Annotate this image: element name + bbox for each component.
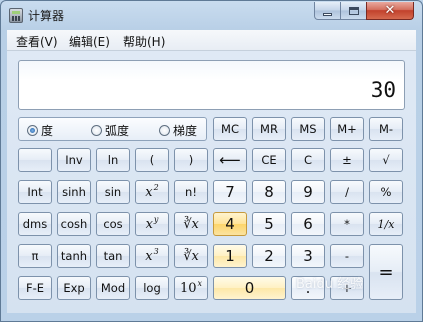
- display-value: 30: [370, 78, 396, 102]
- digit-1-button[interactable]: 1: [213, 244, 247, 268]
- tanh-button[interactable]: tanh: [57, 244, 91, 268]
- m-plus-button[interactable]: M+: [330, 117, 364, 141]
- m-minus-button[interactable]: M-: [369, 117, 403, 141]
- ln-button[interactable]: ln: [96, 148, 130, 172]
- mc-button[interactable]: MC: [213, 117, 247, 141]
- menu-bar: 查看(V) 编辑(E) 帮助(H): [7, 30, 416, 51]
- fe-button[interactable]: F-E: [18, 276, 52, 300]
- ten-power-x-exponent: x: [197, 278, 203, 288]
- x-cubed-base: x: [145, 248, 153, 264]
- subtract-button[interactable]: -: [330, 244, 364, 268]
- minimize-icon: [323, 12, 332, 16]
- maximize-icon: [348, 6, 359, 15]
- window-title: 计算器: [28, 9, 65, 23]
- sqrt-button[interactable]: √: [369, 148, 403, 172]
- reciprocal-button[interactable]: 1/x: [369, 212, 403, 236]
- digit-2-button[interactable]: 2: [252, 244, 286, 268]
- digit-7-button[interactable]: 7: [213, 180, 247, 204]
- cube-root-button[interactable]: ∛x: [174, 244, 208, 268]
- digit-0-button[interactable]: 0: [213, 276, 286, 300]
- x-cubed-button[interactable]: x3: [135, 244, 169, 268]
- tan-button[interactable]: tan: [96, 244, 130, 268]
- backspace-button[interactable]: ⟵: [213, 148, 247, 172]
- angle-unit-group: 度 弧度 梯度: [18, 117, 207, 141]
- ten-power-x-base: 10: [179, 280, 197, 296]
- equals-button[interactable]: =: [369, 244, 403, 300]
- digit-6-button[interactable]: 6: [291, 212, 325, 236]
- digit-8-button[interactable]: 8: [252, 180, 286, 204]
- pi-button[interactable]: π: [18, 244, 52, 268]
- y-root-x-button[interactable]: ∛x: [174, 212, 208, 236]
- sin-button[interactable]: sin: [96, 180, 130, 204]
- digit-3-button[interactable]: 3: [291, 244, 325, 268]
- sinh-button[interactable]: sinh: [57, 180, 91, 204]
- menu-help[interactable]: 帮助(H): [123, 33, 165, 50]
- x-squared-base: x: [145, 184, 153, 200]
- title-bar[interactable]: 计算器 ✕: [1, 1, 422, 29]
- left-paren-button[interactable]: (: [135, 148, 169, 172]
- mod-button[interactable]: Mod: [96, 276, 130, 300]
- x-power-y-exponent: y: [153, 214, 159, 224]
- baidu-watermark: Baidu 经验: [296, 277, 364, 292]
- radio-radians[interactable]: 弧度: [91, 122, 129, 139]
- radio-grads-indicator: [159, 125, 170, 136]
- percent-button[interactable]: %: [369, 180, 403, 204]
- divide-button[interactable]: /: [330, 180, 364, 204]
- maximize-button[interactable]: [340, 2, 367, 20]
- x-power-y-base: x: [145, 216, 153, 232]
- exp-button[interactable]: Exp: [57, 276, 91, 300]
- mr-button[interactable]: MR: [252, 117, 286, 141]
- multiply-button[interactable]: *: [330, 212, 364, 236]
- dms-button[interactable]: dms: [18, 212, 52, 236]
- calculator-app-icon: [9, 8, 23, 23]
- minimize-button[interactable]: [314, 2, 341, 20]
- right-paren-button[interactable]: ): [174, 148, 208, 172]
- result-display: 30: [18, 60, 405, 110]
- ms-button[interactable]: MS: [291, 117, 325, 141]
- digit-4-button[interactable]: 4: [213, 212, 247, 236]
- x-cubed-exponent: 3: [153, 246, 159, 256]
- radio-degrees-indicator: [27, 125, 38, 136]
- log-button[interactable]: log: [135, 276, 169, 300]
- radio-degrees-label: 度: [41, 124, 54, 138]
- c-button[interactable]: C: [291, 148, 325, 172]
- menu-view[interactable]: 查看(V): [16, 33, 58, 50]
- radio-radians-indicator: [91, 125, 102, 136]
- radio-grads-label: 梯度: [173, 124, 198, 138]
- cos-button[interactable]: cos: [96, 212, 130, 236]
- x-squared-button[interactable]: x2: [135, 180, 169, 204]
- radio-grads[interactable]: 梯度: [159, 122, 197, 139]
- int-button[interactable]: Int: [18, 180, 52, 204]
- digit-9-button[interactable]: 9: [291, 180, 325, 204]
- blank-button[interactable]: [18, 148, 52, 172]
- menu-edit[interactable]: 编辑(E): [69, 33, 110, 50]
- inv-button[interactable]: Inv: [57, 148, 91, 172]
- cosh-button[interactable]: cosh: [57, 212, 91, 236]
- ten-power-x-button[interactable]: 10 x: [174, 276, 208, 300]
- close-icon: ✕: [384, 3, 396, 18]
- plus-minus-button[interactable]: ±: [330, 148, 364, 172]
- radio-radians-label: 弧度: [105, 124, 130, 138]
- digit-5-button[interactable]: 5: [252, 212, 286, 236]
- ce-button[interactable]: CE: [252, 148, 286, 172]
- x-squared-exponent: 2: [153, 182, 159, 192]
- close-button[interactable]: ✕: [366, 2, 414, 20]
- factorial-button[interactable]: n!: [174, 180, 208, 204]
- radio-degrees[interactable]: 度: [27, 122, 53, 139]
- x-power-y-button[interactable]: xy: [135, 212, 169, 236]
